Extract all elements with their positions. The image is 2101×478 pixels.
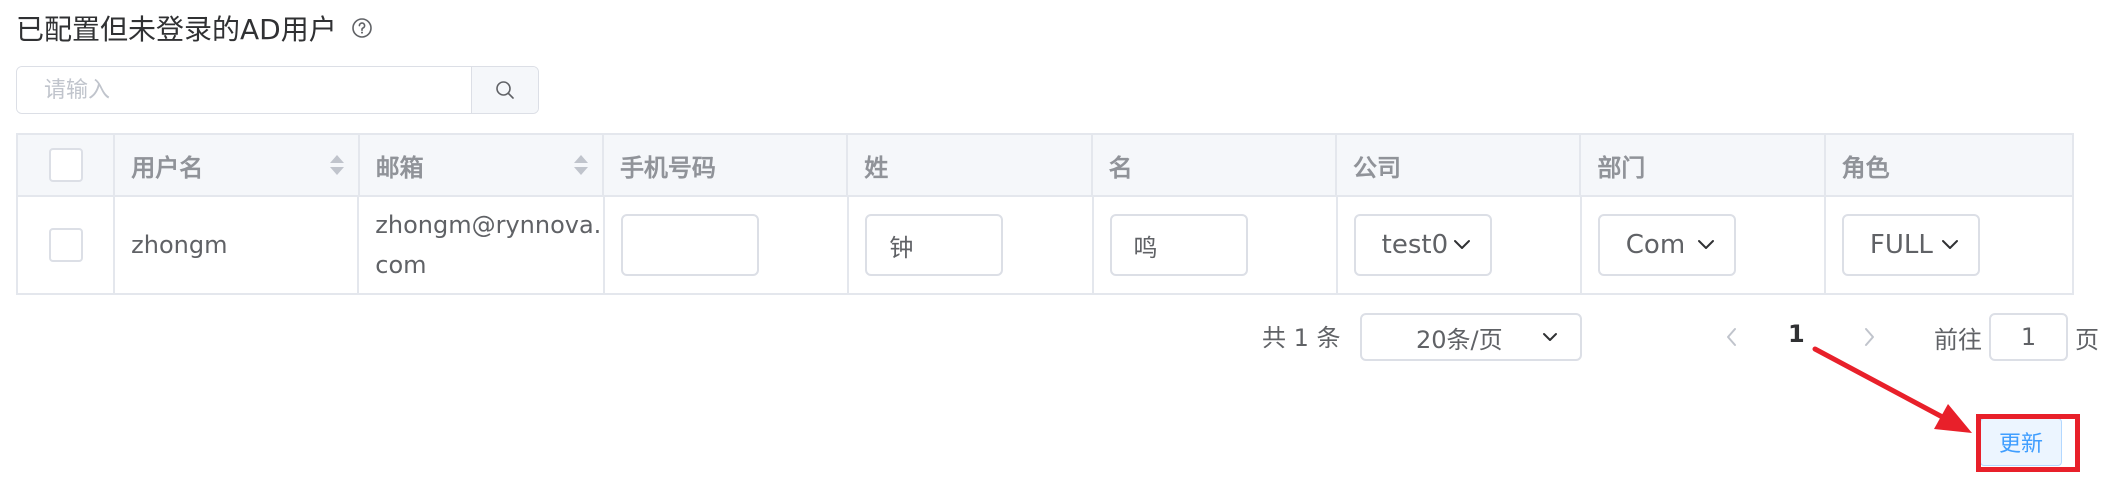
column-header-first-name: 名 (1093, 135, 1337, 195)
section-title: 已配置但未登录的AD用户 (16, 8, 373, 48)
phone-cell (605, 197, 850, 293)
department-cell: Com (1582, 197, 1826, 293)
search-input[interactable] (17, 67, 471, 113)
current-page-number[interactable]: 1 (1788, 320, 1805, 348)
page-title: 已配置但未登录的AD用户 (16, 13, 337, 46)
email-cell: zhongm@rynnova. com (359, 197, 606, 293)
email-line-1: zhongm@rynnova. (375, 211, 602, 239)
column-label: 角色 (1841, 153, 1890, 182)
last-name-input[interactable]: 钟 (865, 214, 1004, 276)
chevron-down-icon (1697, 240, 1714, 249)
search-icon (496, 81, 514, 99)
users-table: 用户名 邮箱 手机号码 姓 名 公司 部门 角色 zhongm zhongm@r… (16, 133, 2074, 295)
company-select[interactable]: test0 (1353, 214, 1492, 276)
table-header-row: 用户名 邮箱 手机号码 姓 名 公司 部门 角色 (18, 135, 2072, 195)
pagination-total: 共 1 条 (1262, 324, 1341, 352)
column-label: 邮箱 (375, 153, 424, 182)
column-header-last-name: 姓 (848, 135, 1093, 195)
first-name-cell: 鸣 (1094, 197, 1338, 293)
username-cell: zhongm (115, 197, 360, 293)
chevron-right-icon (1865, 328, 1874, 346)
update-button[interactable]: 更新 (1980, 418, 2062, 466)
chevron-left-icon (1727, 328, 1736, 346)
column-label: 姓 (864, 153, 889, 182)
username-value: zhongm (131, 231, 228, 259)
column-header-department: 部门 (1581, 135, 1826, 195)
role-cell: FULL (1826, 197, 2072, 293)
column-label: 用户名 (131, 153, 204, 182)
sort-caret-icon[interactable] (572, 153, 590, 177)
search-button[interactable] (471, 67, 538, 113)
search-bar (16, 66, 539, 114)
column-label: 公司 (1352, 153, 1401, 182)
email-line-2: com (375, 251, 427, 279)
email-value: zhongm@rynnova. com (375, 205, 601, 285)
page-size-select[interactable]: 20条/页 (1360, 313, 1582, 361)
sort-caret-icon[interactable] (328, 153, 346, 177)
column-label: 名 (1108, 153, 1133, 182)
table-row: zhongm zhongm@rynnova. com 钟 鸣 test0 Com… (18, 195, 2072, 293)
role-select[interactable]: FULL (1841, 214, 1980, 276)
department-value: Com (1625, 230, 1686, 260)
chevron-down-icon (1941, 240, 1958, 249)
last-name-cell: 钟 (849, 197, 1094, 293)
company-value: test0 (1381, 230, 1449, 260)
chevron-down-icon (1543, 333, 1557, 341)
goto-label: 前往 (1934, 326, 1982, 354)
column-header-phone: 手机号码 (604, 135, 849, 195)
column-header-role: 角色 (1826, 135, 2072, 195)
ad-users-panel: 已配置但未登录的AD用户 用户名 (0, 0, 2101, 478)
column-header-company: 公司 (1337, 135, 1582, 195)
row-select-cell (18, 197, 116, 293)
prev-page-button[interactable] (1720, 322, 1744, 352)
column-label: 部门 (1597, 153, 1646, 182)
question-circle-icon[interactable] (351, 17, 373, 39)
company-cell: test0 (1338, 197, 1582, 293)
select-all-checkbox[interactable] (48, 148, 83, 182)
row-checkbox[interactable] (48, 228, 83, 262)
column-header-username[interactable]: 用户名 (115, 135, 360, 195)
goto-page-input[interactable]: 1 (1989, 313, 2068, 361)
phone-input[interactable] (621, 214, 760, 276)
department-select[interactable]: Com (1597, 214, 1736, 276)
page-size-value: 20条/页 (1416, 325, 1503, 354)
header-select-cell (18, 135, 116, 195)
chevron-down-icon (1453, 240, 1470, 249)
goto-suffix: 页 (2075, 326, 2099, 354)
column-label: 手机号码 (619, 153, 716, 182)
column-header-email[interactable]: 邮箱 (360, 135, 604, 195)
next-page-button[interactable] (1857, 322, 1881, 352)
first-name-input[interactable]: 鸣 (1109, 214, 1248, 276)
role-value: FULL (1869, 230, 1933, 260)
